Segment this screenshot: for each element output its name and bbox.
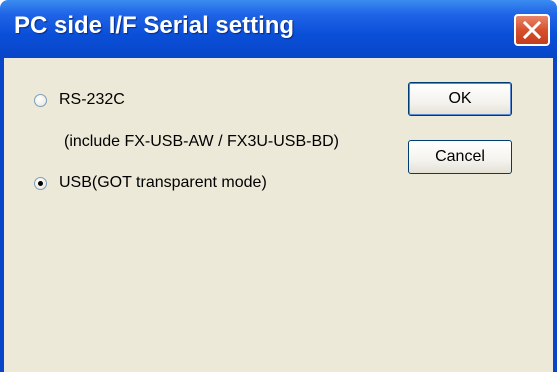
ok-button[interactable]: OK	[408, 82, 512, 116]
dialog-body: RS-232C (include FX-USB-AW / FX3U-USB-BD…	[0, 58, 557, 372]
window-title: PC side I/F Serial setting	[14, 12, 295, 39]
cancel-button[interactable]: Cancel	[408, 140, 512, 174]
radio-rs232c[interactable]: RS-232C	[34, 91, 125, 109]
close-icon	[522, 20, 542, 40]
radio-rs232c-circle[interactable]	[34, 93, 47, 107]
radio-usb[interactable]: USB(GOT transparent mode)	[34, 174, 267, 192]
dialog-window: PC side I/F Serial setting RS-232C (incl…	[0, 0, 557, 372]
radio-usb-label: USB(GOT transparent mode)	[59, 174, 267, 191]
close-button[interactable]	[514, 14, 550, 46]
radio-usb-circle[interactable]	[34, 176, 47, 190]
rs232c-note: (include FX-USB-AW / FX3U-USB-BD)	[64, 133, 339, 150]
title-bar[interactable]: PC side I/F Serial setting	[0, 0, 557, 58]
radio-rs232c-label: RS-232C	[59, 91, 125, 108]
